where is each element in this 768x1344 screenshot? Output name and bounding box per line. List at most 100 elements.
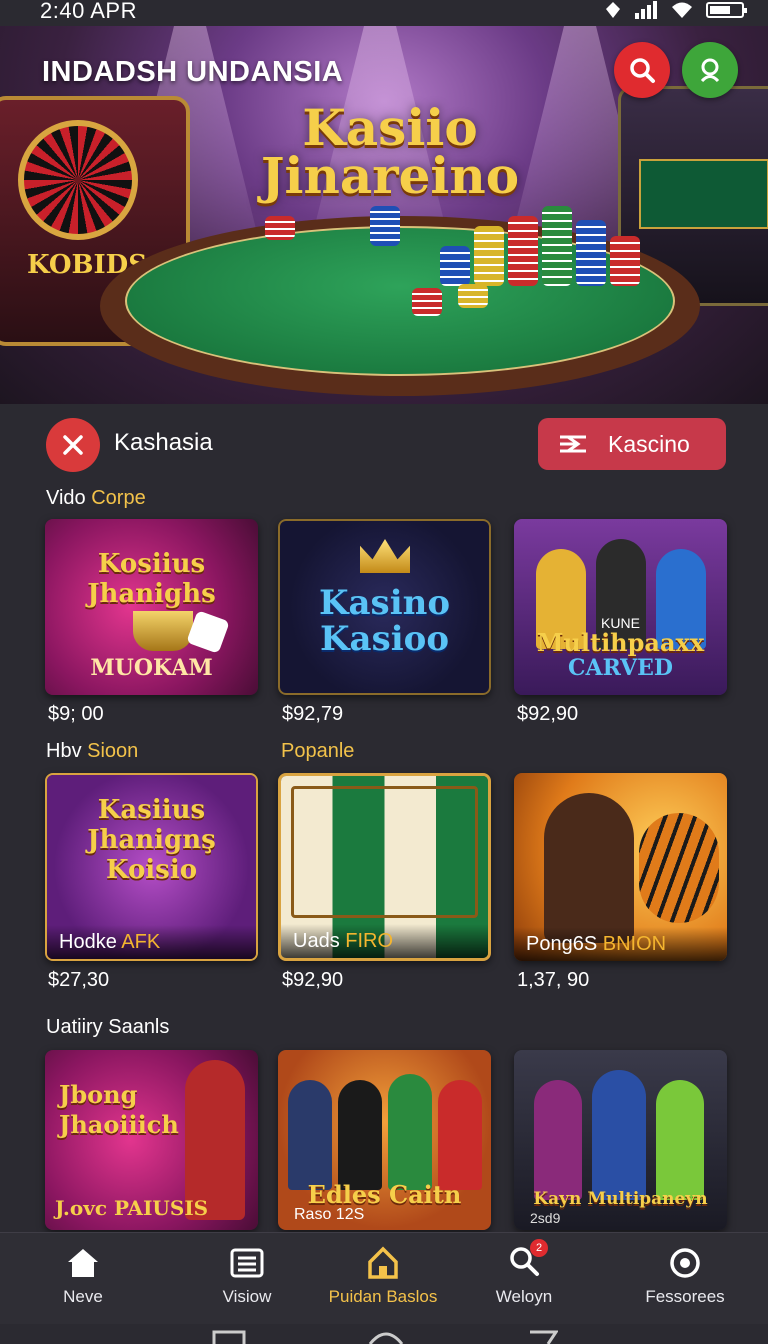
casino-home-icon — [368, 1246, 398, 1279]
home-system-icon[interactable] — [368, 1330, 404, 1344]
section-heading: Hbv Sioon — [46, 740, 138, 763]
game-card-title: Jbong Jhaoiiich — [59, 1080, 179, 1139]
app-title: INDADSH UNDANSIA — [42, 56, 344, 88]
signal-icon — [635, 1, 657, 19]
close-button[interactable] — [46, 418, 100, 472]
chip-stack-image — [412, 288, 442, 316]
person-image — [534, 1080, 582, 1200]
overlay-text: Uads — [293, 930, 340, 952]
chip-stack-image — [458, 284, 488, 308]
overlay-text: Pong6S — [526, 933, 598, 955]
recents-icon[interactable] — [212, 1330, 246, 1344]
hero-logo-line2: Jinareino — [260, 146, 520, 205]
search-button[interactable] — [614, 42, 670, 98]
game-card-title: Kayn Multipaneyn — [533, 1189, 708, 1209]
section-title: Hbv — [46, 740, 82, 762]
section-title-highlight: Popanle — [281, 740, 355, 762]
woman-image — [544, 793, 634, 943]
hero-banner: KOBIDS INDADSH UNDANSIA Kasiio Jinareino — [0, 26, 768, 404]
nav-item-welcome[interactable]: 2 Weloyn — [449, 1238, 599, 1307]
home-icon — [68, 1249, 98, 1277]
game-price: $92,79 — [282, 703, 344, 725]
overlay-text: Hodke — [59, 931, 117, 953]
game-card-title: Kosiius Jhanighs — [87, 549, 216, 609]
game-card[interactable]: Pong6S BNION — [514, 773, 727, 961]
tiger-image — [639, 813, 719, 923]
location-icon — [606, 2, 620, 18]
overlay-highlight: BNION — [602, 933, 667, 955]
battery-icon — [706, 2, 747, 18]
nav-item-home[interactable]: Neve — [8, 1243, 158, 1307]
game-card-subtitle: 2sd9 — [530, 1210, 561, 1226]
category-label: Kashasia — [114, 429, 213, 456]
back-icon[interactable] — [528, 1330, 558, 1344]
slot-reels — [291, 786, 478, 918]
game-card[interactable]: KUNE Multihpaaxx CARVED — [514, 519, 727, 695]
game-card[interactable]: Kasino Kasioo — [278, 519, 491, 695]
status-icons — [604, 0, 747, 20]
game-card[interactable]: Uads FIRO — [278, 773, 491, 961]
game-card[interactable]: Kasiius Jhanignş Koisio Hodke AFK — [45, 773, 258, 961]
game-price: 1,37, 90 — [517, 969, 590, 991]
system-nav-bar — [0, 1324, 768, 1344]
section-title: Vido — [46, 487, 86, 509]
game-card[interactable]: Kosiius Jhanighs MUOKAM — [45, 519, 258, 695]
section-title-highlight: Sioon — [87, 740, 139, 762]
section-heading: Uatiiry Saanls — [46, 1016, 169, 1039]
bottom-nav: Neve Visiow Puidan Baslos 2 Weloyn Fesso… — [0, 1232, 768, 1324]
game-card[interactable]: Kayn Multipaneyn 2sd9 — [514, 1050, 727, 1230]
person-image — [338, 1080, 382, 1190]
game-card-subtitle: J.ovc PAIUSIS — [55, 1196, 209, 1220]
game-card-subtitle: CARVED — [568, 655, 673, 681]
section-title-highlight: Corpe — [91, 487, 146, 509]
list-icon — [230, 1248, 264, 1278]
person-image — [592, 1070, 646, 1200]
game-card-overlay: Hodke AFK — [47, 925, 256, 959]
status-bar: 2:40 APR — [0, 0, 768, 26]
nav-label: Weloyn — [495, 1287, 553, 1306]
game-card-subtitle: Raso 12S — [294, 1206, 365, 1223]
game-price: $92,90 — [282, 969, 344, 991]
trophy-icon — [133, 611, 193, 651]
chip-stack-image — [265, 216, 295, 240]
game-card-subtitle: MUOKAM — [90, 655, 213, 681]
nav-label: Fessorees — [645, 1287, 725, 1306]
game-card-overlay: Uads FIRO — [281, 924, 488, 958]
person-image — [438, 1080, 482, 1190]
game-card-title: Kasiius Jhanignş Koisio — [87, 795, 216, 885]
profile-button[interactable] — [682, 42, 738, 98]
game-card[interactable]: Jbong Jhaoiiich J.ovc PAIUSIS — [45, 1050, 258, 1230]
hero-logo-line1: Kasiio — [302, 98, 478, 157]
user-icon — [700, 58, 720, 83]
kascino-button[interactable]: Kascino — [538, 418, 726, 470]
game-card-title: Kasino Kasioo — [318, 583, 451, 659]
section-heading: Vido Corpe — [46, 487, 146, 510]
status-time: 2:40 APR — [40, 0, 137, 23]
game-card-title: Multihpaaxx — [536, 628, 705, 657]
search-icon — [630, 58, 655, 83]
close-icon — [63, 435, 83, 455]
notification-badge: 2 — [530, 1238, 548, 1257]
wifi-icon — [672, 2, 692, 18]
nav-item-view[interactable]: Visiow — [172, 1243, 322, 1307]
nav-item-casino[interactable]: Puidan Baslos — [308, 1243, 458, 1307]
nav-item-resources[interactable]: Fessorees — [610, 1243, 760, 1307]
game-price: $9; 00 — [48, 703, 104, 725]
person-image — [288, 1080, 332, 1190]
game-card[interactable]: Edles Caitn Raso 12S — [278, 1050, 491, 1230]
game-card-overlay: Pong6S BNION — [514, 927, 727, 961]
kascino-button-label: Kascino — [608, 430, 690, 457]
nav-label: Puidan Baslos — [328, 1287, 438, 1306]
game-price: $92,90 — [517, 703, 579, 725]
section-heading: Popanle — [281, 740, 354, 763]
filter-icon — [560, 435, 586, 453]
person-image — [388, 1074, 432, 1190]
target-icon — [670, 1248, 700, 1278]
action-row: Kashasia Kascino — [0, 404, 768, 484]
hero-logo: Kasiio Jinareino — [250, 98, 530, 205]
section-title: Uatiiry Saanls — [46, 1016, 170, 1038]
person-image — [656, 1080, 704, 1200]
overlay-highlight: FIRO — [345, 930, 394, 952]
nav-label: Visiow — [222, 1287, 272, 1306]
chip-stack-image — [370, 206, 400, 246]
